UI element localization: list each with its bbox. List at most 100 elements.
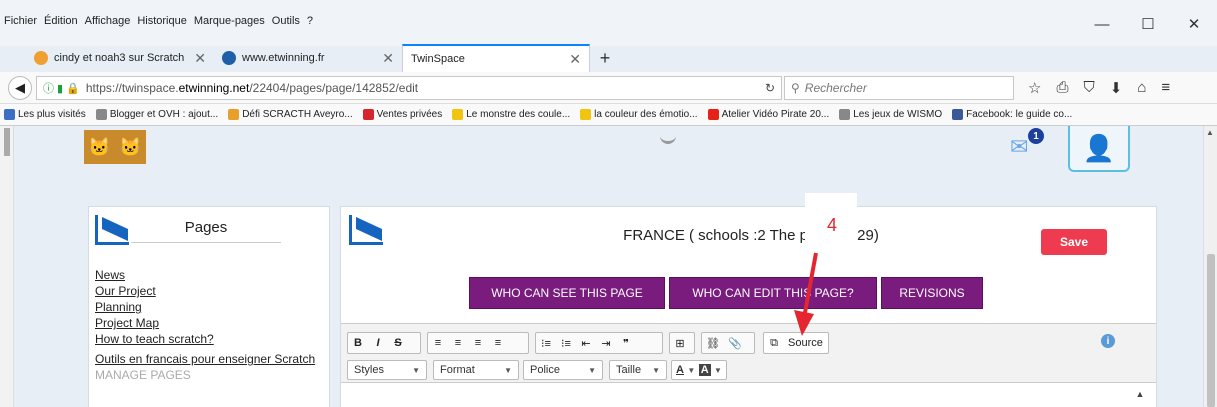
bookmark-item[interactable]: Blogger et OVH : ajout... — [95, 109, 218, 120]
table-icon[interactable]: ⊞ — [670, 333, 690, 353]
manage-pages-link[interactable]: MANAGE PAGES — [95, 368, 191, 382]
size-dropdown[interactable]: Taille ▼ — [609, 360, 667, 380]
menu-historique[interactable]: Historique — [137, 15, 187, 27]
search-input[interactable]: ⚲ Rechercher — [784, 76, 1014, 100]
tab-scratch[interactable]: cindy et noah3 sur Scratch ✕ — [26, 44, 214, 72]
bookmark-item[interactable]: Défi SCRACTH Aveyro... — [228, 109, 353, 120]
styles-dropdown[interactable]: Styles ▼ — [347, 360, 427, 380]
tab-strip: cindy et noah3 sur Scratch ✕ www.etwinni… — [26, 44, 620, 72]
pages-title: Pages — [131, 219, 281, 243]
tab-twinspace[interactable]: TwinSpace ✕ — [402, 44, 590, 72]
scroll-thumb[interactable] — [4, 128, 10, 156]
reading-list-icon[interactable]: ⎙ — [1056, 79, 1068, 97]
home-icon[interactable]: ⌂ — [1137, 79, 1146, 97]
tab-etwinning[interactable]: www.etwinning.fr ✕ — [214, 44, 402, 72]
scratch-cat-icon — [228, 109, 240, 120]
numbered-list-icon[interactable]: ⁝≡ — [536, 333, 556, 353]
align-justify-icon[interactable]: ≡ — [488, 333, 508, 353]
hamburger-menu-icon[interactable]: ≡ — [1161, 79, 1170, 97]
new-tab-button[interactable]: + — [590, 44, 620, 72]
url-bar[interactable]: ⓘ ▮ 🔒 https://twinspace. etwinning.net/22… — [36, 76, 782, 100]
page-link-news[interactable]: News — [95, 267, 321, 283]
user-icon: 👤 — [1082, 132, 1116, 163]
avatar[interactable]: 👤 — [1068, 126, 1130, 172]
page-link-project-map[interactable]: Project Map — [95, 315, 321, 331]
revisions-button[interactable]: REVISIONS — [881, 277, 983, 309]
align-center-icon[interactable]: ≡ — [448, 333, 468, 353]
lock-icon: ⓘ ▮ 🔒 — [43, 83, 80, 95]
indent-icon[interactable]: ⇥ — [596, 333, 616, 353]
attach-icon[interactable]: 📎 — [724, 333, 746, 353]
strike-button[interactable]: S — [388, 333, 408, 353]
close-tab-icon[interactable]: ✕ — [382, 50, 394, 67]
align-left-icon[interactable]: ≡ — [428, 333, 448, 353]
menu-marque-pages[interactable]: Marque-pages — [194, 15, 265, 27]
bullet-list-icon[interactable]: ⁝≡ — [556, 333, 576, 353]
annotation-number: 4 — [827, 215, 838, 235]
mail-icon[interactable]: ✉ 1 — [1010, 128, 1044, 159]
page-link-how-to-teach[interactable]: How to teach scratch? — [95, 331, 321, 347]
bookmark-item[interactable]: Le monstre des coule... — [452, 109, 570, 120]
web-page: 🐱 🐱 ✉ 1 👤 Pages News Our Project Planning … — [14, 126, 1203, 407]
bookmark-item[interactable]: Les jeux de WISMO — [839, 109, 942, 120]
close-tab-icon[interactable]: ✕ — [194, 50, 206, 67]
pages-links: News Our Project Planning Project Map Ho… — [95, 267, 321, 383]
menu-help[interactable]: ? — [307, 15, 313, 27]
close-window-button[interactable]: ✕ — [1171, 10, 1217, 38]
scroll-thumb[interactable] — [1207, 254, 1215, 407]
save-button[interactable]: Save — [1041, 229, 1107, 255]
bookmark-item[interactable]: Atelier Vidéo Pirate 20... — [707, 109, 829, 120]
who-can-see-button[interactable]: WHO CAN SEE THIS PAGE — [469, 277, 665, 309]
menu-items: Fichier Édition Affichage Historique Mar… — [4, 15, 313, 27]
bookmark-item[interactable]: Facebook: le guide co... — [952, 109, 1072, 120]
font-dropdown[interactable]: Police ▼ — [523, 360, 603, 380]
menu-outils[interactable]: Outils — [272, 15, 300, 27]
tab-label: TwinSpace — [411, 53, 465, 65]
source-button[interactable]: ⧉ Source — [763, 332, 829, 354]
blockquote-icon[interactable]: ❞ — [616, 333, 636, 353]
download-icon[interactable]: ⬇ — [1110, 79, 1123, 97]
info-icon[interactable]: i — [1101, 334, 1115, 348]
scroll-up-icon[interactable]: ▲ — [1206, 128, 1214, 137]
scratch-favicon-icon — [34, 51, 48, 65]
bookmark-item[interactable]: Les plus visités — [4, 109, 86, 120]
italic-button[interactable]: I — [368, 333, 388, 353]
menu-fichier[interactable]: Fichier — [4, 15, 37, 27]
bg-color-button[interactable]: A — [698, 364, 711, 376]
page-link-planning[interactable]: Planning — [95, 299, 321, 315]
left-scrollbar[interactable] — [0, 126, 14, 407]
bold-button[interactable]: B — [348, 333, 368, 353]
text-format-group: B I S — [347, 332, 421, 354]
window-controls: — ☐ ✕ — [1079, 10, 1217, 38]
align-right-icon[interactable]: ≡ — [468, 333, 488, 353]
chevron-down-icon: ▼ — [687, 365, 696, 375]
editor-scroll-up-icon[interactable]: ▲ — [1133, 389, 1147, 407]
bookmark-star-icon[interactable]: ☆ — [1028, 79, 1041, 97]
page-scrollbar[interactable]: ▲ — [1203, 126, 1217, 407]
link-icon[interactable]: ⛓ — [702, 333, 724, 353]
pocket-icon[interactable]: ⛉ — [1083, 79, 1094, 97]
maximize-button[interactable]: ☐ — [1125, 10, 1171, 38]
tab-label: cindy et noah3 sur Scratch — [54, 52, 185, 64]
toolbar-icons: ☆ ⎙ ⛉ ⬇ ⌂ ≡ — [1028, 79, 1170, 97]
bookmark-item[interactable]: Ventes privées — [362, 109, 442, 120]
menu-edition[interactable]: Édition — [44, 15, 78, 27]
back-arrow-icon[interactable]: ◀ — [8, 76, 32, 100]
close-tab-icon[interactable]: ✕ — [569, 51, 581, 68]
chevron-down-icon: ▼ — [652, 365, 660, 375]
minimize-button[interactable]: — — [1079, 10, 1125, 38]
globe-icon — [839, 109, 851, 120]
page-link-outils[interactable]: Outils en francais pour enseigner Scratc… — [95, 351, 321, 367]
search-placeholder: Rechercher — [804, 81, 867, 95]
who-can-edit-button[interactable]: WHO CAN EDIT THIS PAGE? — [669, 277, 877, 309]
pencil-icon — [452, 109, 464, 120]
menu-affichage[interactable]: Affichage — [85, 15, 131, 27]
format-dropdown[interactable]: Format ▼ — [433, 360, 519, 380]
reload-icon[interactable]: ↻ — [765, 81, 775, 95]
outdent-icon[interactable]: ⇤ — [576, 333, 596, 353]
bookmark-item[interactable]: la couleur des émotio... — [580, 109, 698, 120]
text-color-button[interactable]: A — [676, 364, 684, 376]
page-link-our-project[interactable]: Our Project — [95, 283, 321, 299]
mail-badge: 1 — [1028, 128, 1044, 144]
link-group: ⛓ 📎 — [701, 332, 755, 354]
